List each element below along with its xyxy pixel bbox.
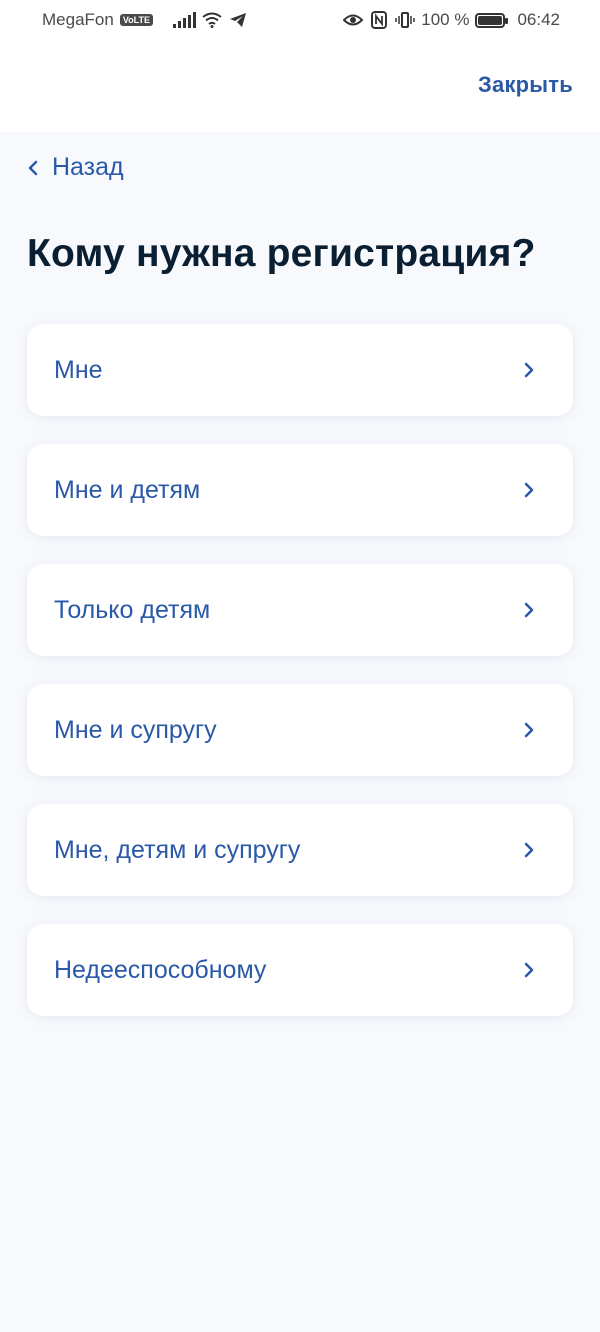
status-bar: MegaFon VoLTE 100 % 06:42: [0, 0, 600, 40]
status-left: MegaFon VoLTE: [42, 10, 248, 30]
volte-badge: VoLTE: [119, 14, 153, 26]
option-label: Мне, детям и супругу: [54, 835, 301, 864]
wifi-icon: [202, 11, 222, 29]
top-bar: Закрыть: [0, 40, 600, 132]
status-right: 100 % 06:42: [343, 10, 560, 30]
carrier-name: MegaFon: [42, 10, 114, 29]
option-me-children-spouse[interactable]: Мне, детям и супругу: [27, 804, 573, 896]
battery-percent: 100 %: [421, 10, 470, 29]
options-list: Мне Мне и детям Только детям Мне и супру…: [27, 324, 573, 1044]
chevron-right-icon: [524, 482, 534, 498]
telegram-icon: [228, 11, 248, 29]
option-me[interactable]: Мне: [27, 324, 573, 416]
clock: 06:42: [517, 10, 560, 29]
option-label: Мне: [54, 355, 103, 384]
option-label: Мне и супругу: [54, 715, 217, 744]
chevron-right-icon: [524, 842, 534, 858]
back-button[interactable]: Назад: [26, 153, 124, 182]
chevron-right-icon: [524, 362, 534, 378]
option-me-and-children[interactable]: Мне и детям: [27, 444, 573, 536]
option-label: Только детям: [54, 595, 211, 624]
option-label: Мне и детям: [54, 475, 201, 504]
chevron-left-icon: [28, 160, 38, 175]
signal-icon: [173, 12, 196, 28]
back-label: Назад: [52, 153, 124, 181]
option-children-only[interactable]: Только детям: [27, 564, 573, 656]
chevron-right-icon: [524, 722, 534, 738]
chevron-right-icon: [524, 962, 534, 978]
option-label: Недееспособному: [54, 955, 267, 984]
eye-icon: [343, 11, 364, 29]
page-title: Кому нужна регистрация?: [27, 232, 536, 275]
nfc-icon: [369, 11, 389, 29]
option-me-and-spouse[interactable]: Мне и супругу: [27, 684, 573, 776]
close-button[interactable]: Закрыть: [478, 72, 573, 98]
option-incapacitated[interactable]: Недееспособному: [27, 924, 573, 1016]
vibrate-icon: [395, 11, 415, 29]
chevron-right-icon: [524, 602, 534, 618]
battery-icon: [475, 12, 509, 28]
